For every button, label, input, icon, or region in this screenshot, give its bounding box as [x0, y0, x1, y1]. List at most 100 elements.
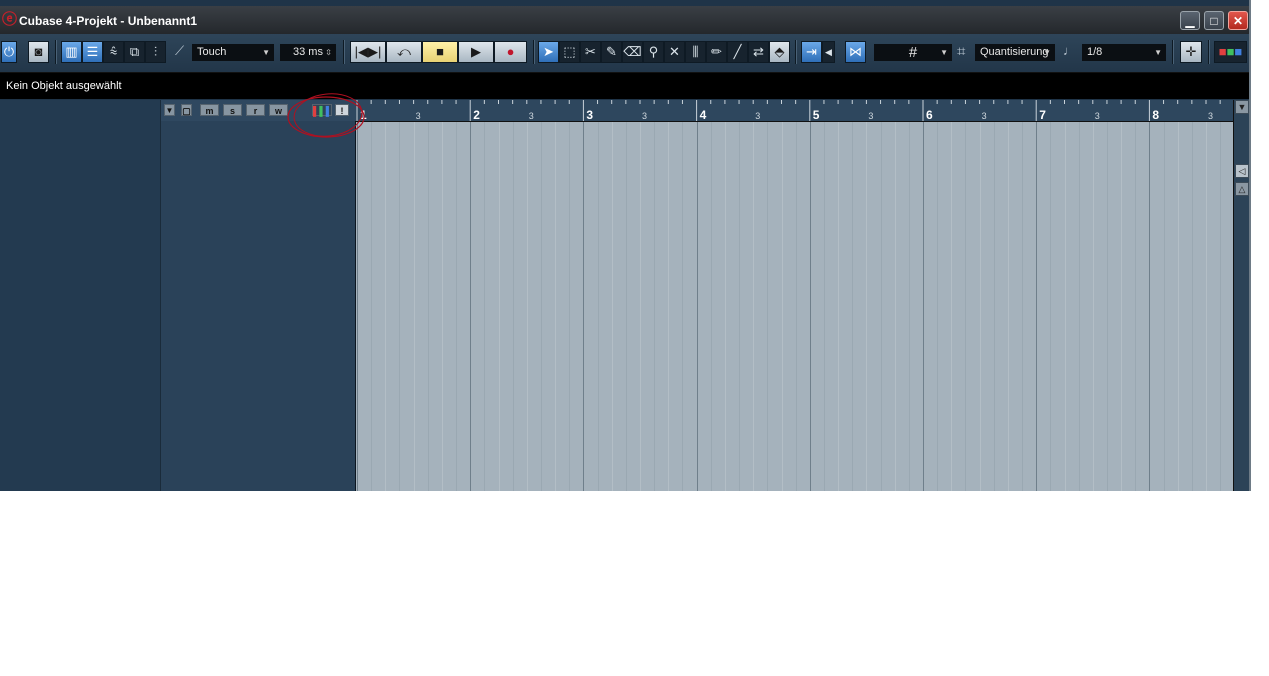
beat-grid-line [852, 122, 854, 491]
constrain-delay-icon[interactable]: ◙ [28, 41, 49, 63]
beat-grid-line [569, 122, 571, 491]
beat-grid-line [555, 122, 557, 491]
quantize-value-select[interactable]: 1/8 ▼ [1082, 44, 1166, 61]
global-read-button[interactable]: r [246, 104, 265, 116]
power-icon[interactable]: ⏻ [1, 41, 17, 63]
autoscroll-options-icon[interactable]: ◀ [822, 41, 835, 63]
zoom-slider-handle[interactable]: ◁ [1235, 164, 1249, 178]
chevron-up-icon[interactable]: △ [1235, 182, 1249, 196]
bar-grid-line [470, 122, 472, 491]
chevron-down-icon: ▼ [1043, 48, 1051, 57]
close-button[interactable]: ✕ [1228, 11, 1248, 30]
beat-grid-line [654, 122, 656, 491]
track-list-options-icon[interactable]: ▢ [181, 104, 192, 116]
beat-grid-line [526, 122, 528, 491]
snap-type-select[interactable]: # ▼ [874, 44, 952, 61]
split-tool-icon[interactable]: ✂ [580, 41, 601, 63]
erase-tool-icon[interactable]: ⌫ [622, 41, 643, 63]
title-bar[interactable]: ⓔ Cubase 4-Projekt - Unbenannt1 ▁ □ ✕ [0, 6, 1249, 34]
global-write-button[interactable]: w [269, 104, 288, 116]
beat-grid-line [767, 122, 769, 491]
snap-cursor-icon[interactable]: ✛ [1180, 41, 1202, 63]
stepper-icon: ⇳ [325, 48, 332, 57]
window-border [1249, 0, 1251, 491]
show-pool-icon[interactable]: ⧉ [124, 41, 145, 63]
range-selection-tool-icon[interactable]: ⬚ [559, 41, 580, 63]
vertical-scrollbar[interactable]: ▼ ◁ △ [1233, 100, 1250, 491]
beat-grid-line [866, 122, 868, 491]
beat-grid-line [512, 122, 514, 491]
beat-grid-line [753, 122, 755, 491]
record-button[interactable]: ● [494, 41, 527, 63]
autoscroll-icon[interactable]: ⇥ [801, 41, 822, 63]
beat-grid-line [540, 122, 542, 491]
beat-grid-line [682, 122, 684, 491]
chevron-down-icon[interactable]: ▼ [1235, 100, 1249, 114]
beat-grid-line [1092, 122, 1094, 491]
global-solo-button[interactable]: s [223, 104, 242, 116]
track-list[interactable]: ▼ ▢ m s r w ▌▌▌ ! [160, 100, 356, 491]
beat-grid-line [781, 122, 783, 491]
line-tool-icon[interactable]: ╱ [727, 41, 748, 63]
track-list-header: ▼ ▢ m s r w ▌▌▌ ! [161, 100, 356, 121]
beat-grid-line [965, 122, 967, 491]
beat-grid-line [611, 122, 613, 491]
ruler-ticks [356, 100, 1221, 121]
automation-mode-select[interactable]: Touch ▼ [192, 44, 274, 61]
latency-field[interactable]: 33 ms ⇳ [280, 44, 336, 61]
snap-to-zero-icon[interactable]: ⋈ [845, 41, 866, 63]
ruler-bar-number: 7 [1039, 108, 1046, 122]
color-tool-icon[interactable]: ⬘ [769, 41, 790, 63]
show-infoline-icon[interactable]: ☰ [82, 41, 103, 63]
chevron-down-icon[interactable]: ▼ [164, 104, 175, 116]
color-palette-icon[interactable]: ■■■ [1214, 41, 1247, 63]
draw-tool-icon[interactable]: ✏ [706, 41, 727, 63]
object-selection-tool-icon[interactable]: ➤ [538, 41, 559, 63]
beat-grid-line [838, 122, 840, 491]
grid-type-icon: ⌗ [957, 43, 966, 60]
minimize-button[interactable]: ▁ [1180, 11, 1200, 30]
mute-tool-icon[interactable]: ✕ [664, 41, 685, 63]
glue-tool-icon[interactable]: ✎ [601, 41, 622, 63]
stop-button[interactable]: ■ [422, 41, 458, 63]
beat-grid-line [399, 122, 401, 491]
zoom-tool-icon[interactable]: ⚲ [643, 41, 664, 63]
beat-grid-line [795, 122, 797, 491]
latency-value: 33 ms [293, 46, 323, 58]
window-title: Cubase 4-Projekt - Unbenannt1 [19, 14, 198, 28]
global-mute-button[interactable]: m [200, 104, 219, 116]
cycle-button[interactable]: ⤺ [386, 41, 422, 63]
beat-grid-line [823, 122, 825, 491]
beat-grid-line [484, 122, 486, 491]
cubase-logo-icon: ⓔ [2, 11, 18, 28]
time-ruler[interactable]: 1 3 2 3 3 3 4 3 5 3 6 3 7 3 8 3 [355, 100, 1233, 122]
show-inspector-icon[interactable]: ▥ [61, 41, 82, 63]
beat-grid-line [1163, 122, 1165, 491]
ruler-bar-number: 3 [586, 108, 594, 122]
info-line: Kein Objekt ausgewählt [0, 73, 1249, 99]
ruler-beat-number: 3 [1208, 111, 1214, 121]
ruler-bar-number: 2 [473, 108, 480, 122]
maximize-button[interactable]: □ [1204, 11, 1224, 30]
goto-markers-button[interactable]: |◀▶| [350, 41, 386, 63]
quantize-type-select[interactable]: Quantisierung ▼ [975, 44, 1055, 61]
ruler-bar-number: 8 [1152, 108, 1160, 122]
beat-grid-line [640, 122, 641, 491]
show-overview-icon[interactable]: ⩯ [103, 41, 124, 63]
bar-grid-line [1149, 122, 1151, 491]
beat-grid-line [441, 122, 443, 491]
ruler-bar-number: 1 [360, 108, 367, 122]
ruler-bar-number: 6 [926, 108, 933, 122]
beat-grid-line [880, 122, 882, 491]
beat-grid-line [993, 122, 995, 491]
show-mixer-icon[interactable]: ⫶ [145, 41, 166, 63]
time-warp-tool-icon[interactable]: ⫼ [685, 41, 706, 63]
play-button[interactable]: ▶ [458, 41, 494, 63]
track-list-settings-icon[interactable]: ! [335, 104, 349, 116]
event-display[interactable] [355, 122, 1234, 491]
scrub-tool-icon[interactable]: ⇄ [748, 41, 769, 63]
beat-grid-line [668, 122, 670, 491]
beat-grid-line [625, 122, 627, 491]
bar-grid-line [583, 122, 585, 491]
track-colors-icon[interactable]: ▌▌▌ [312, 104, 332, 116]
